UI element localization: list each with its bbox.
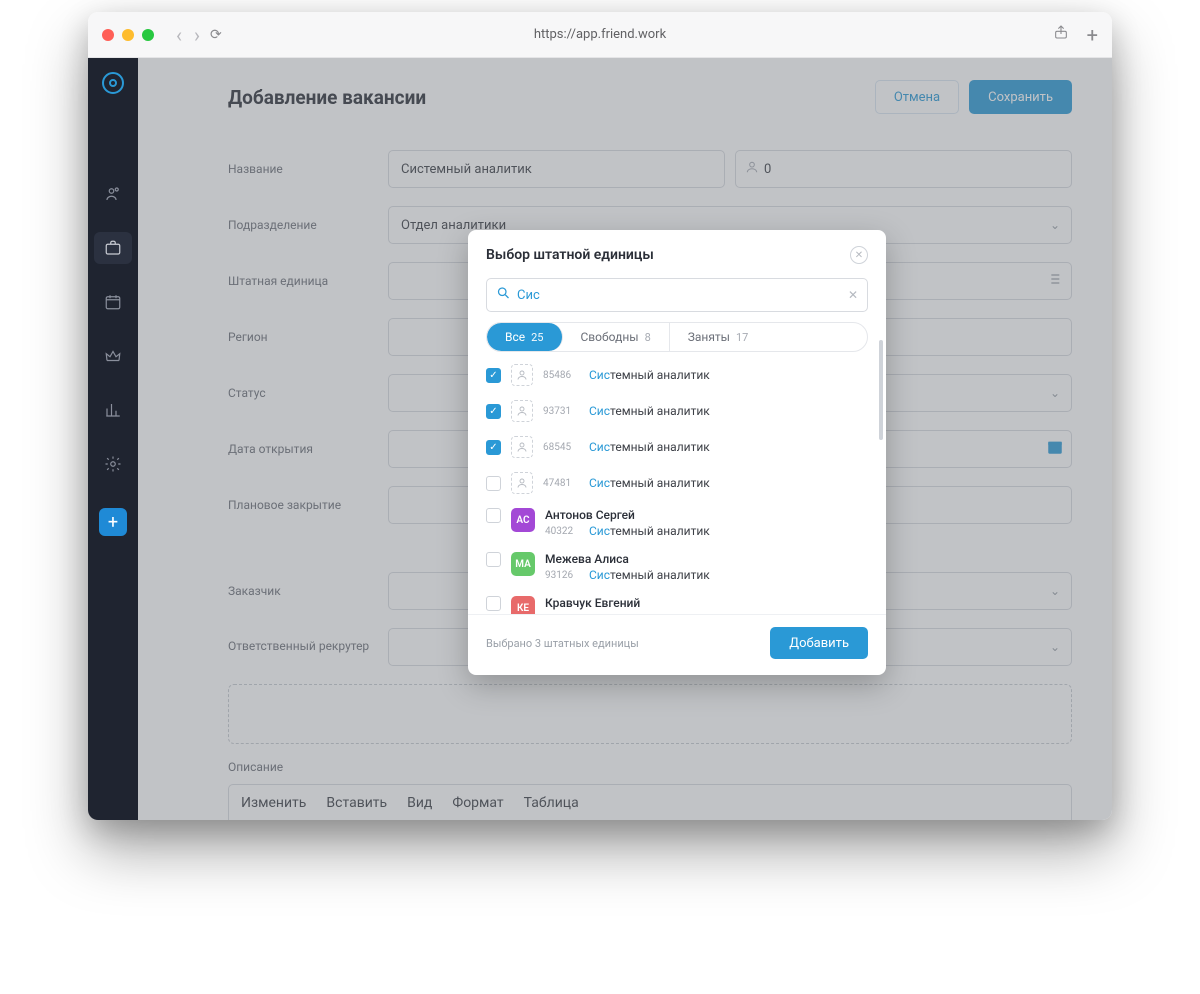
unit-id: 93126 bbox=[545, 570, 581, 581]
staff-unit-modal: Выбор штатной единицы ✕ ✕ Все25 bbox=[468, 230, 886, 675]
sidebar-analytics-icon[interactable] bbox=[94, 394, 132, 426]
sidebar-add-button[interactable]: + bbox=[99, 508, 127, 536]
sidebar-candidates-icon[interactable] bbox=[94, 178, 132, 210]
window-close-button[interactable] bbox=[102, 29, 114, 41]
tab-all[interactable]: Все25 bbox=[487, 323, 563, 351]
person-row[interactable]: КЕ Кравчук Евгений 78239 Младший системный … bbox=[486, 596, 868, 614]
window-zoom-button[interactable] bbox=[142, 29, 154, 41]
person-name: Антонов Сергей bbox=[545, 508, 710, 522]
unit-name: Системный аналитик bbox=[589, 368, 710, 382]
avatar-placeholder bbox=[511, 472, 533, 494]
tab-free[interactable]: Свободны8 bbox=[563, 323, 670, 351]
checkbox[interactable]: ✓ bbox=[486, 404, 501, 419]
avatar: КЕ bbox=[511, 596, 535, 614]
person-name: Кравчук Евгений bbox=[545, 596, 766, 610]
unit-id: 78239 bbox=[545, 614, 581, 615]
person-name: Межева Алиса bbox=[545, 552, 710, 566]
unit-name: Системный аналитик bbox=[589, 404, 710, 418]
new-tab-button[interactable]: + bbox=[1087, 23, 1098, 47]
sidebar-calendar-icon[interactable] bbox=[94, 286, 132, 318]
unit-row[interactable]: ✓ 68545 Системный аналитик bbox=[486, 436, 868, 458]
browser-chrome: ‹ › https://app.friend.work ⟳ + bbox=[88, 12, 1112, 58]
unit-row[interactable]: 47481 Системный аналитик bbox=[486, 472, 868, 494]
person-row[interactable]: АС Антонов Сергей 40322 Системный аналитик bbox=[486, 508, 868, 538]
unit-row[interactable]: ✓ 85486 Системный аналитик bbox=[486, 364, 868, 386]
checkbox[interactable]: ✓ bbox=[486, 368, 501, 383]
sidebar: + bbox=[88, 58, 138, 820]
checkbox[interactable] bbox=[486, 596, 501, 611]
browser-forward-button[interactable]: › bbox=[194, 23, 200, 47]
unit-name: Системный аналитик bbox=[589, 440, 710, 454]
browser-back-button[interactable]: ‹ bbox=[176, 23, 182, 47]
avatar-placeholder bbox=[511, 400, 533, 422]
unit-id: 40322 bbox=[545, 526, 581, 537]
avatar-placeholder bbox=[511, 364, 533, 386]
unit-id: 85486 bbox=[543, 370, 579, 381]
modal-title: Выбор штатной единицы bbox=[486, 247, 654, 263]
unit-id: 68545 bbox=[543, 442, 579, 453]
person-row[interactable]: МА Межева Алиса 93126 Системный аналитик bbox=[486, 552, 868, 582]
unit-name: Системный аналитик bbox=[589, 524, 710, 538]
unit-id: 93731 bbox=[543, 406, 579, 417]
selected-count: Выбрано 3 штатных единицы bbox=[486, 637, 639, 650]
sidebar-vacancies-icon[interactable] bbox=[94, 232, 132, 264]
modal-tabs: Все25 Свободны8 Заняты17 bbox=[486, 322, 868, 352]
clear-icon[interactable]: ✕ bbox=[848, 288, 858, 302]
avatar: МА bbox=[511, 552, 535, 576]
unit-name: Системный аналитик bbox=[589, 568, 710, 582]
avatar: АС bbox=[511, 508, 535, 532]
avatar-placeholder bbox=[511, 436, 533, 458]
unit-row[interactable]: ✓ 93731 Системный аналитик bbox=[486, 400, 868, 422]
checkbox[interactable]: ✓ bbox=[486, 440, 501, 455]
modal-add-button[interactable]: Добавить bbox=[770, 627, 868, 659]
unit-id: 47481 bbox=[543, 478, 579, 489]
unit-name: Системный аналитик bbox=[589, 476, 710, 490]
search-icon bbox=[496, 286, 511, 305]
modal-search-input[interactable] bbox=[486, 278, 868, 312]
tab-busy[interactable]: Заняты17 bbox=[670, 323, 767, 351]
sidebar-settings-icon[interactable] bbox=[94, 448, 132, 480]
app-logo[interactable] bbox=[102, 72, 124, 94]
unit-name: Младший системный аналитик bbox=[589, 612, 766, 614]
checkbox[interactable] bbox=[486, 476, 501, 491]
reload-icon[interactable]: ⟳ bbox=[210, 27, 222, 43]
scrollbar[interactable] bbox=[879, 340, 883, 440]
window-minimize-button[interactable] bbox=[122, 29, 134, 41]
checkbox[interactable] bbox=[486, 552, 501, 567]
share-icon[interactable] bbox=[1053, 24, 1069, 45]
modal-close-button[interactable]: ✕ bbox=[850, 246, 868, 264]
sidebar-crown-icon[interactable] bbox=[94, 340, 132, 372]
checkbox[interactable] bbox=[486, 508, 501, 523]
browser-url[interactable]: https://app.friend.work bbox=[534, 27, 666, 42]
